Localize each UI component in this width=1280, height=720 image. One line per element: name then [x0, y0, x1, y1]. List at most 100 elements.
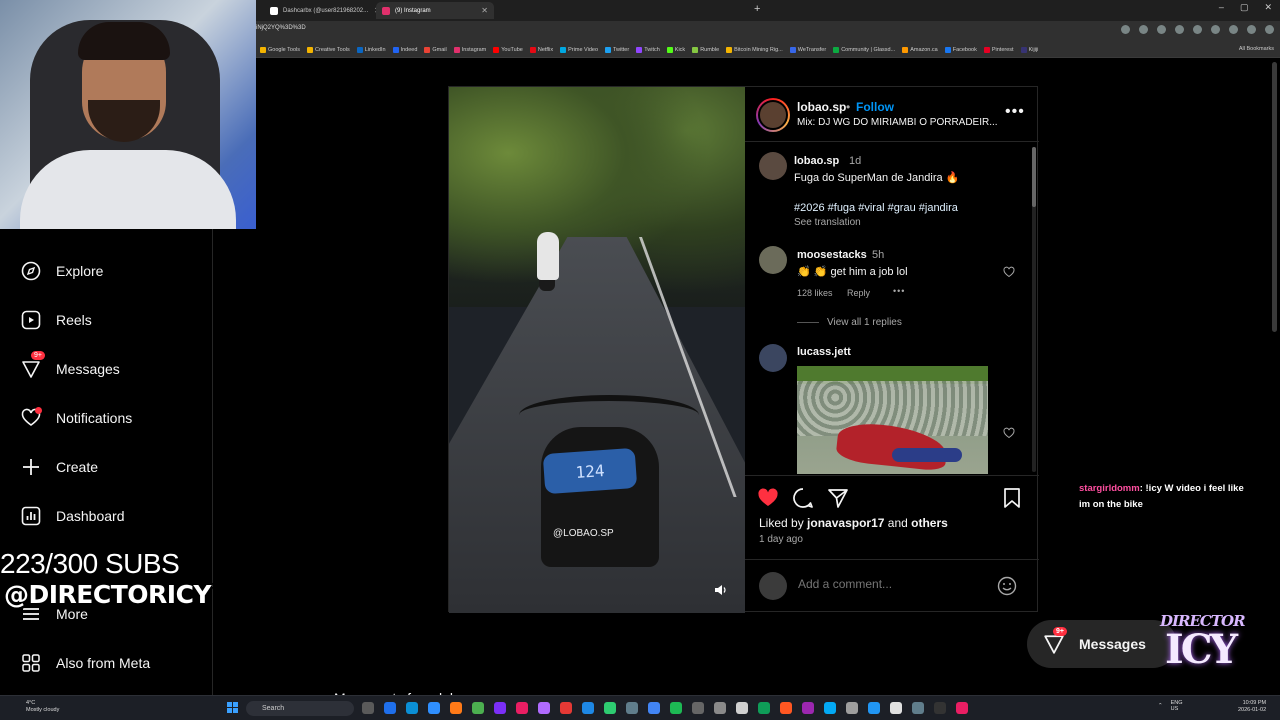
taskbar-app-icon[interactable] — [692, 702, 704, 714]
taskbar-app-icon[interactable] — [956, 702, 968, 714]
kebab-menu-icon[interactable] — [1265, 25, 1274, 34]
comment-gif-superman[interactable] — [797, 366, 988, 474]
audio-track[interactable]: Mix: DJ WG DO MIRIAMBI O PORRADEIR... — [797, 117, 997, 128]
taskbar-app-icon[interactable] — [560, 702, 572, 714]
bookmark-item[interactable]: Creative Tools — [307, 46, 350, 53]
comments-scrollbar[interactable] — [1032, 147, 1036, 472]
tab-dashcarbx[interactable]: Dashcarbx (@user821968202... ✕ — [264, 2, 376, 19]
bookmark-item[interactable]: Gmail — [424, 46, 447, 53]
tray-lang[interactable]: ENG US — [1171, 700, 1183, 712]
maximize-icon[interactable]: ▢ — [1240, 2, 1249, 13]
comment-username[interactable]: lucass.jett — [797, 346, 851, 358]
taskbar-app-icon[interactable] — [758, 702, 770, 714]
bookmark-item[interactable]: Amazon.ca — [902, 46, 938, 53]
comment-icon[interactable] — [792, 487, 814, 509]
nav-notifications[interactable]: Notifications — [21, 405, 132, 431]
taskbar-app-icon[interactable] — [516, 702, 528, 714]
see-translation-link[interactable]: See translation — [794, 217, 861, 228]
caption-username[interactable]: lobao.sp — [794, 155, 839, 167]
comment-like-icon[interactable] — [1003, 427, 1015, 439]
add-comment-input[interactable] — [798, 577, 988, 591]
nav-dashboard[interactable]: Dashboard — [21, 503, 125, 529]
taskbar-app-icon[interactable] — [824, 702, 836, 714]
poster-username[interactable]: lobao.sp — [797, 100, 846, 114]
comment-username[interactable]: moosestacks — [797, 249, 867, 261]
bookmark-item[interactable]: Prime Video — [560, 46, 598, 53]
comment-like-icon[interactable] — [1003, 266, 1015, 278]
bookmark-item[interactable]: WeTransfer — [789, 46, 826, 53]
taskbar-clock[interactable]: 10:09 PM 2026-01-02 — [1238, 700, 1266, 714]
post-options-icon[interactable]: ••• — [1005, 103, 1025, 121]
nav-create[interactable]: Create — [21, 454, 98, 480]
emoji-icon[interactable] — [997, 576, 1017, 596]
taskbar-app-icon[interactable] — [582, 702, 594, 714]
taskbar-app-icon[interactable] — [890, 702, 902, 714]
taskbar-app-icon[interactable] — [472, 702, 484, 714]
download-icon[interactable] — [1229, 25, 1238, 34]
extension-icon[interactable] — [1211, 25, 1220, 34]
share-icon[interactable] — [827, 487, 849, 509]
reel-video[interactable]: 124 @LOBAO.SP — [449, 87, 745, 613]
taskbar-app-icon[interactable] — [868, 702, 880, 714]
bookmark-item[interactable]: Rumble — [692, 46, 719, 53]
taskbar-app-icon[interactable] — [626, 702, 638, 714]
close-window-icon[interactable]: ✕ — [1264, 2, 1272, 13]
tab-instagram[interactable]: (9) Instagram ✕ — [376, 2, 494, 19]
bookmark-item[interactable]: Instagram — [453, 46, 486, 53]
page-scrollbar[interactable] — [1272, 62, 1277, 332]
zoom-icon[interactable] — [1139, 25, 1148, 34]
close-icon[interactable]: ✕ — [475, 6, 488, 15]
taskbar-app-icon[interactable] — [802, 702, 814, 714]
bookmark-item[interactable]: Kick — [666, 46, 685, 53]
taskbar-app-icon[interactable] — [604, 702, 616, 714]
bookmark-icon[interactable] — [1001, 487, 1023, 509]
taskbar-app-icon[interactable] — [538, 702, 550, 714]
taskbar-app-icon[interactable] — [384, 702, 396, 714]
view-replies-button[interactable]: View all 1 replies — [827, 317, 902, 328]
bookmark-item[interactable]: Twitter — [605, 46, 629, 53]
bookmark-item[interactable]: Kijiji — [1020, 46, 1038, 53]
star-icon[interactable] — [1157, 25, 1166, 34]
bookmark-item[interactable]: Facebook — [944, 46, 977, 53]
all-bookmarks-button[interactable]: All Bookmarks — [1239, 46, 1274, 52]
minimize-icon[interactable]: – — [1219, 2, 1224, 13]
extension-icon[interactable] — [1175, 25, 1184, 34]
url-field[interactable]: iNjQ2YQ%3D%3D — [256, 25, 306, 31]
taskbar-app-icon[interactable] — [912, 702, 924, 714]
taskbar-app-icon[interactable] — [736, 702, 748, 714]
messages-pill-button[interactable]: 9+ Messages — [1027, 620, 1177, 668]
caption-hashtags[interactable]: #2026 #fuga #viral #grau #jandira — [794, 202, 958, 214]
liked-by-others[interactable]: others — [911, 516, 948, 530]
taskbar-app-icon[interactable] — [362, 702, 374, 714]
taskbar-app-icon[interactable] — [428, 702, 440, 714]
speaker-icon[interactable] — [714, 583, 728, 597]
taskbar-app-icon[interactable] — [714, 702, 726, 714]
taskbar-app-icon[interactable] — [780, 702, 792, 714]
bookmark-item[interactable]: Twitch — [636, 46, 660, 53]
nav-messages[interactable]: 9+ Messages — [21, 351, 120, 382]
close-icon[interactable]: ✕ — [368, 6, 376, 15]
bookmark-item[interactable]: Indeed — [392, 46, 417, 53]
caption-avatar[interactable] — [759, 152, 787, 180]
comment-options-icon[interactable]: ••• — [893, 286, 905, 296]
windows-start-icon[interactable] — [227, 702, 238, 713]
tray-chevron-icon[interactable]: ⌃ — [1158, 703, 1163, 709]
bookmark-item[interactable]: Pinterest — [983, 46, 1014, 53]
taskbar-app-icon[interactable] — [648, 702, 660, 714]
nav-also-from-meta[interactable]: Also from Meta — [21, 650, 150, 676]
taskbar-app-icon[interactable] — [846, 702, 858, 714]
weather-widget[interactable]: 4°C Mostly cloudy — [26, 700, 59, 714]
like-filled-icon[interactable] — [757, 487, 779, 509]
bookmark-item[interactable]: YouTube — [493, 46, 523, 53]
follow-button[interactable]: Follow — [856, 100, 894, 114]
liked-by-user[interactable]: jonavaspor17 — [807, 516, 884, 530]
cast-icon[interactable] — [1121, 25, 1130, 34]
nav-explore[interactable]: Explore — [21, 258, 103, 284]
taskbar-search[interactable]: Search — [246, 701, 354, 716]
comment-likes[interactable]: 128 likes — [797, 288, 833, 298]
poster-avatar[interactable] — [756, 98, 790, 132]
bookmark-item[interactable]: Community | Glassd... — [833, 46, 895, 53]
bookmark-item[interactable]: Google Tools — [260, 46, 300, 53]
bookmark-item[interactable]: Netflix — [529, 46, 553, 53]
scrollbar-thumb[interactable] — [1032, 147, 1036, 207]
